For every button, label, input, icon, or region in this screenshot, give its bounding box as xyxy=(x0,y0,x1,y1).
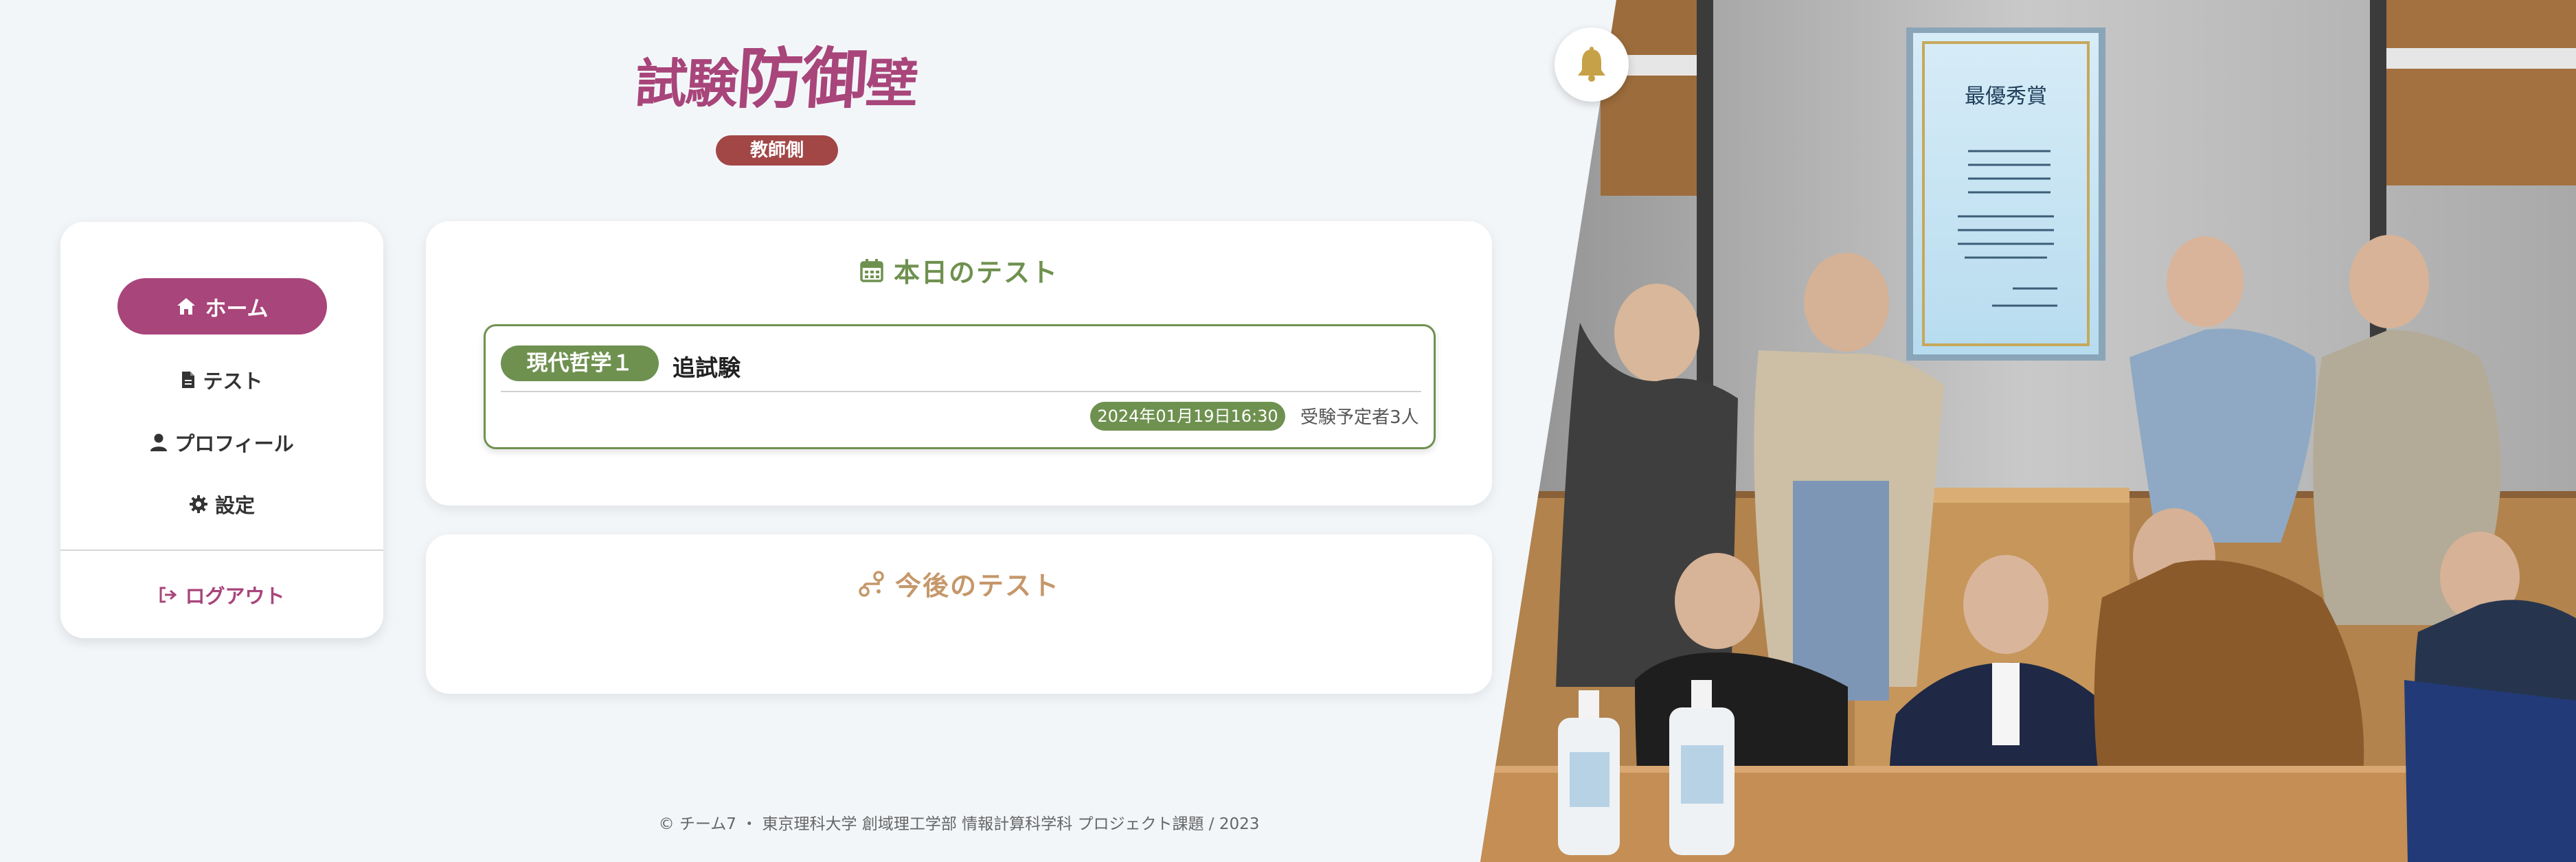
sidebar-item-home[interactable]: ホーム xyxy=(117,278,327,334)
today-tests-card: 本日のテスト 現代哲学１ 追試験 2024年01月19日16:30 受験予定者3… xyxy=(426,221,1492,506)
brand-part2: 防御 xyxy=(734,41,869,117)
bell-icon xyxy=(1575,47,1608,82)
calendar-icon xyxy=(859,258,884,283)
today-tests-header: 本日のテスト xyxy=(426,251,1492,289)
sidebar-item-label: テスト xyxy=(203,370,263,393)
test-item[interactable]: 現代哲学１ 追試験 2024年01月19日16:30 受験予定者3人 xyxy=(484,324,1436,449)
examinee-count: 受験予定者3人 xyxy=(1300,407,1419,428)
sidebar: ホーム テスト プロフィール 設定 ログアウト xyxy=(60,222,383,638)
user-icon xyxy=(150,433,168,452)
sidebar-divider xyxy=(60,549,383,551)
logout-button[interactable]: ログアウト xyxy=(60,574,383,615)
logout-label: ログアウト xyxy=(185,585,285,608)
file-icon xyxy=(181,370,196,389)
future-tests-card: 今後のテスト xyxy=(426,534,1492,694)
brand-part1: 試験 xyxy=(633,53,739,114)
certificate-title: 最優秀賞 xyxy=(1965,84,2047,109)
test-datetime-badge: 2024年01月19日16:30 xyxy=(1090,402,1285,431)
future-tests-title: 今後のテスト xyxy=(894,571,1060,601)
sidebar-item-label: 設定 xyxy=(214,494,255,517)
sidebar-item-label: プロフィール xyxy=(174,432,294,455)
sidebar-item-test[interactable]: テスト xyxy=(60,359,383,400)
test-name: 追試験 xyxy=(673,354,741,381)
route-icon xyxy=(858,570,885,598)
sidebar-item-profile[interactable]: プロフィール xyxy=(60,422,383,463)
future-tests-header: 今後のテスト xyxy=(426,565,1492,602)
app-logo: 試験防御壁 xyxy=(615,40,937,119)
role-badge: 教師側 xyxy=(716,135,838,166)
gear-icon xyxy=(189,495,208,514)
sidebar-item-settings[interactable]: 設定 xyxy=(60,484,383,525)
notification-button[interactable] xyxy=(1555,27,1629,102)
divider xyxy=(501,391,1421,392)
logout-icon xyxy=(159,586,178,604)
footer-copyright: © チーム7 ・ 東京理科大学 創域理工学部 情報計算科学科 プロジェクト課題 … xyxy=(658,815,1260,833)
today-tests-title: 本日のテスト xyxy=(893,258,1059,288)
brand-part3: 壁 xyxy=(863,53,919,114)
sidebar-item-label: ホーム xyxy=(205,296,269,321)
subject-badge: 現代哲学１ xyxy=(501,345,659,381)
home-icon xyxy=(176,297,196,316)
